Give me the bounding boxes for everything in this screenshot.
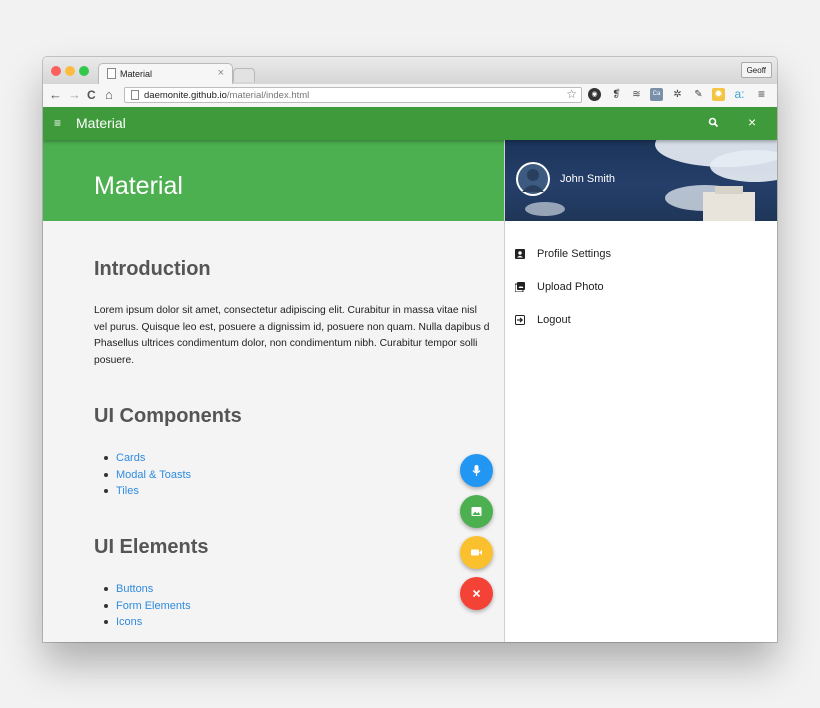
cloud-image bbox=[525, 202, 565, 216]
user-silhouette-icon bbox=[518, 164, 548, 194]
drawer-item-label: Profile Settings bbox=[537, 248, 611, 260]
address-bar[interactable]: daemonite.github.io/material/index.html … bbox=[124, 87, 582, 103]
mic-fab[interactable] bbox=[460, 454, 493, 487]
avatar[interactable] bbox=[516, 162, 550, 196]
intro-heading: Introduction bbox=[94, 258, 211, 280]
image-fab[interactable] bbox=[460, 495, 493, 528]
link-tiles[interactable]: Tiles bbox=[94, 483, 191, 500]
navigation-drawer: John Smith Profile Settings Upload Photo… bbox=[504, 140, 777, 642]
app-title: Material bbox=[76, 115, 126, 131]
extension-a-icon[interactable]: a: bbox=[733, 88, 746, 101]
intro-paragraph: Lorem ipsum dolor sit amet, consectetur … bbox=[94, 305, 490, 366]
link-buttons[interactable]: Buttons bbox=[94, 581, 191, 598]
zoom-window-button[interactable] bbox=[79, 66, 89, 76]
profile-button[interactable]: Geoff bbox=[740, 62, 772, 78]
close-icon bbox=[472, 589, 481, 598]
tab-close-icon[interactable]: × bbox=[218, 67, 224, 79]
extension-layers-icon[interactable]: ≋ bbox=[630, 88, 643, 101]
page-icon bbox=[131, 90, 139, 100]
video-fab[interactable] bbox=[460, 536, 493, 569]
mic-icon bbox=[472, 465, 481, 476]
url-text: daemonite.github.io/material/index.html bbox=[144, 90, 310, 101]
app-bar: ≡ Material × bbox=[43, 107, 777, 140]
link-modal-toasts[interactable]: Modal & Toasts bbox=[94, 467, 191, 484]
link-cards[interactable]: Cards bbox=[94, 450, 191, 467]
extension-gear-icon[interactable]: ✲ bbox=[671, 88, 684, 101]
browser-toolbar: ← → C ⌂ daemonite.github.io/material/ind… bbox=[43, 84, 777, 108]
components-list: Cards Modal & Toasts Tiles bbox=[94, 450, 191, 500]
account-box-icon bbox=[515, 249, 525, 259]
drawer-item-label: Upload Photo bbox=[537, 281, 604, 293]
menu-icon[interactable]: ≡ bbox=[54, 115, 61, 131]
extension-evernote-icon[interactable]: ❡ bbox=[610, 88, 623, 101]
extension-pencil-icon[interactable]: ✎ bbox=[692, 88, 705, 101]
drawer-item-logout[interactable]: Logout bbox=[515, 312, 765, 328]
back-arrow-icon[interactable]: ← bbox=[49, 87, 62, 103]
tab-title: Material bbox=[120, 69, 153, 79]
drawer-header: John Smith bbox=[505, 140, 777, 221]
drawer-item-upload-photo[interactable]: Upload Photo bbox=[515, 279, 765, 295]
search-icon[interactable] bbox=[707, 116, 721, 130]
bookmark-star-icon[interactable]: ☆ bbox=[566, 87, 577, 101]
building-roof-image bbox=[715, 186, 743, 194]
extension-sun-icon[interactable]: ✹ bbox=[712, 88, 725, 101]
minimize-window-button[interactable] bbox=[65, 66, 75, 76]
hero-header: Material bbox=[43, 140, 504, 221]
browser-tab[interactable]: Material × bbox=[98, 63, 233, 84]
link-icons[interactable]: Icons bbox=[94, 614, 191, 631]
drawer-item-label: Logout bbox=[537, 314, 571, 326]
home-icon[interactable]: ⌂ bbox=[105, 87, 113, 103]
drawer-item-profile-settings[interactable]: Profile Settings bbox=[515, 246, 765, 262]
cloud-image bbox=[710, 150, 777, 182]
chrome-menu-icon[interactable]: ≡ bbox=[755, 88, 768, 101]
close-window-button[interactable] bbox=[51, 66, 61, 76]
close-icon[interactable]: × bbox=[748, 113, 756, 131]
exit-icon bbox=[515, 315, 525, 325]
page-title: Material bbox=[94, 172, 183, 200]
page-icon bbox=[107, 68, 116, 79]
building-image bbox=[703, 192, 755, 221]
new-tab-button[interactable] bbox=[233, 68, 255, 82]
elements-heading: UI Elements bbox=[94, 536, 209, 558]
extension-box-icon[interactable]: Ca bbox=[650, 88, 663, 101]
extension-globe-icon[interactable]: ◉ bbox=[588, 88, 601, 101]
photo-library-icon bbox=[515, 282, 525, 292]
videocam-icon bbox=[471, 549, 482, 556]
elements-list: Buttons Form Elements Icons bbox=[94, 581, 191, 631]
forward-arrow-icon[interactable]: → bbox=[68, 87, 81, 103]
components-heading: UI Components bbox=[94, 405, 242, 427]
browser-titlebar: Material × Geoff bbox=[43, 57, 777, 84]
reload-icon[interactable]: C bbox=[87, 87, 96, 103]
user-name: John Smith bbox=[560, 173, 616, 185]
main-content: Introduction Lorem ipsum dolor sit amet,… bbox=[43, 221, 504, 642]
close-fab[interactable] bbox=[460, 577, 493, 610]
link-form-elements[interactable]: Form Elements bbox=[94, 598, 191, 615]
image-icon bbox=[471, 507, 482, 516]
browser-window: Material × Geoff ← → C ⌂ daemonite.githu… bbox=[43, 57, 777, 642]
